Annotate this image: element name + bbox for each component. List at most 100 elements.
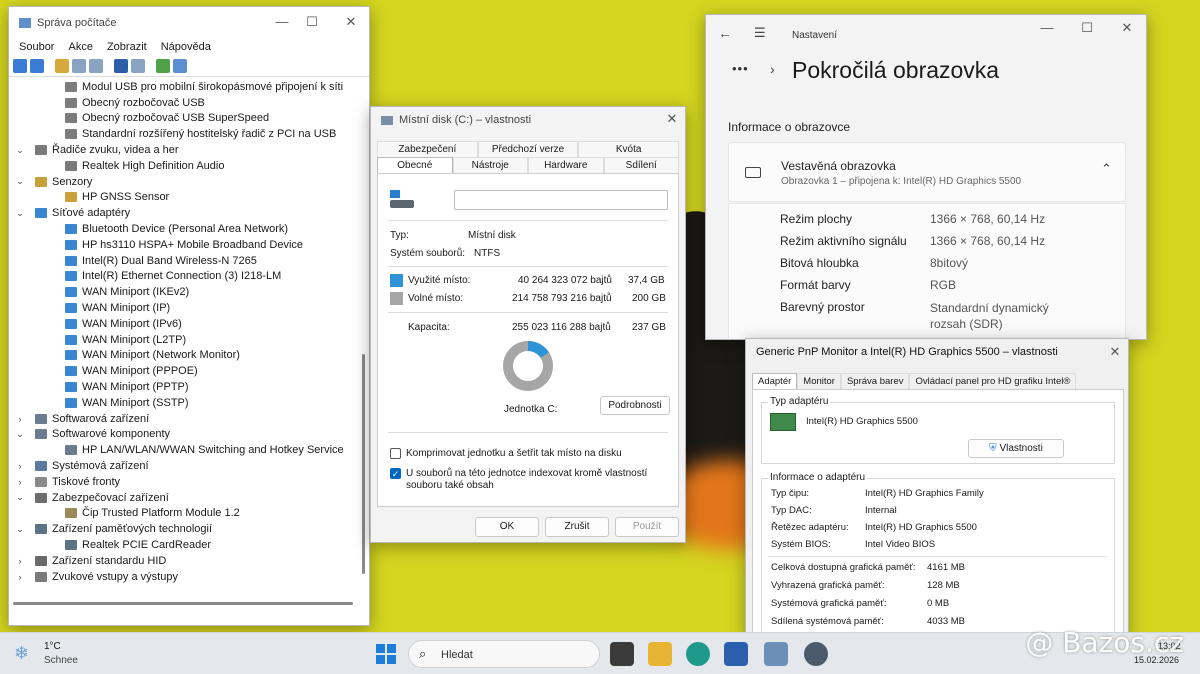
- menu-file[interactable]: Soubor: [19, 41, 54, 53]
- ok-button[interactable]: OK: [475, 517, 539, 537]
- file-explorer-icon[interactable]: [648, 642, 672, 666]
- close-icon[interactable]: ✕: [342, 13, 360, 31]
- tab-general[interactable]: Obecné: [377, 157, 453, 173]
- tree-item[interactable]: Modul USB pro mobilní širokopásmové přip…: [9, 79, 357, 95]
- details-icon[interactable]: [131, 58, 145, 73]
- tree-item[interactable]: Obecný rozbočovač USB: [9, 95, 357, 111]
- tree-item[interactable]: WAN Miniport (L2TP): [9, 332, 357, 348]
- scan-hardware-icon[interactable]: [173, 58, 187, 73]
- tree-item[interactable]: › Tiskové fronty: [9, 474, 357, 490]
- update-driver-icon[interactable]: [156, 58, 170, 73]
- close-icon[interactable]: ✕: [1118, 19, 1136, 37]
- tab-hardware[interactable]: Hardware: [528, 157, 604, 173]
- tree-item[interactable]: › Systémová zařízení: [9, 458, 357, 474]
- menu-help[interactable]: Nápověda: [161, 41, 211, 53]
- tree-item[interactable]: WAN Miniport (IKEv2): [9, 284, 357, 300]
- chevron-down-icon[interactable]: ⌄: [15, 145, 25, 156]
- tree-item[interactable]: Čip Trusted Platform Module 1.2: [9, 506, 357, 522]
- edge-icon[interactable]: [686, 642, 710, 666]
- tree-item[interactable]: HP GNSS Sensor: [9, 190, 357, 206]
- horizontal-scrollbar[interactable]: [13, 602, 353, 605]
- maximize-icon[interactable]: ☐: [1078, 19, 1096, 37]
- chevron-right-icon[interactable]: ›: [15, 414, 25, 424]
- help-icon[interactable]: [114, 58, 128, 73]
- menu-view[interactable]: Zobrazit: [107, 41, 147, 53]
- properties-icon[interactable]: [89, 58, 103, 73]
- cancel-button[interactable]: Zrušit: [545, 517, 609, 537]
- tab-previous-versions[interactable]: Předchozí verze: [477, 141, 579, 157]
- list-view-icon[interactable]: [72, 58, 86, 73]
- store-icon[interactable]: [724, 642, 748, 666]
- adapter-properties-button[interactable]: ⛨ Vlastnosti: [968, 439, 1064, 458]
- drive-name-input[interactable]: [454, 190, 668, 210]
- tab-security[interactable]: Zabezpečení: [377, 141, 478, 157]
- maximize-icon[interactable]: ☐: [303, 13, 321, 31]
- tab-adapter[interactable]: Adaptér: [752, 373, 798, 389]
- weather-condition[interactable]: Schnee: [44, 655, 78, 666]
- folder-up-icon[interactable]: [55, 58, 69, 73]
- tree-item[interactable]: Realtek PCIE CardReader: [9, 537, 357, 553]
- minimize-icon[interactable]: —: [273, 13, 291, 31]
- tree-item[interactable]: WAN Miniport (SSTP): [9, 395, 357, 411]
- chevron-right-icon[interactable]: ›: [15, 556, 25, 566]
- compress-checkbox[interactable]: [390, 448, 401, 459]
- chevron-up-icon[interactable]: ⌃: [1101, 161, 1112, 177]
- snow-weather-icon[interactable]: ❄: [14, 643, 29, 664]
- tree-item[interactable]: HP LAN/WLAN/WWAN Switching and Hotkey Se…: [9, 442, 357, 458]
- chevron-right-icon[interactable]: ›: [15, 461, 25, 471]
- tree-item[interactable]: Bluetooth Device (Personal Area Network): [9, 221, 357, 237]
- tree-item[interactable]: WAN Miniport (PPPOE): [9, 363, 357, 379]
- task-view-icon[interactable]: [610, 642, 634, 666]
- tab-color-management[interactable]: Správa barev: [840, 373, 910, 389]
- index-checkbox[interactable]: ✓: [390, 468, 401, 479]
- device-manager-taskbar-icon[interactable]: [764, 642, 788, 666]
- chevron-down-icon[interactable]: ⌄: [15, 208, 25, 219]
- breadcrumb-overflow[interactable]: •••: [732, 61, 749, 76]
- tab-intel-control-panel[interactable]: Ovládací panel pro HD grafiku Intel®: [909, 373, 1077, 389]
- tree-item[interactable]: ⌄ Senzory: [9, 174, 357, 190]
- chevron-right-icon[interactable]: ›: [15, 572, 25, 582]
- tree-item[interactable]: WAN Miniport (PPTP): [9, 379, 357, 395]
- close-icon[interactable]: ✕: [663, 110, 681, 128]
- chevron-down-icon[interactable]: ⌄: [15, 492, 25, 503]
- weather-temp[interactable]: 1°C: [44, 641, 61, 652]
- close-icon[interactable]: ✕: [1106, 343, 1124, 361]
- forward-arrow-icon[interactable]: [30, 58, 44, 73]
- display-card[interactable]: Vestavěná obrazovka Obrazovka 1 – připoj…: [728, 142, 1126, 202]
- tab-tools[interactable]: Nástroje: [452, 157, 528, 173]
- back-arrow-icon[interactable]: ←: [718, 25, 732, 41]
- taskbar-search[interactable]: ⌕ Hledat: [408, 640, 600, 668]
- tree-item[interactable]: ⌄ Softwarové komponenty: [9, 427, 357, 443]
- tree-item[interactable]: ⌄ Řadiče zvuku, videa a her: [9, 142, 357, 158]
- tab-quota[interactable]: Kvóta: [578, 141, 680, 157]
- chevron-down-icon[interactable]: ⌄: [15, 429, 25, 440]
- tree-item[interactable]: Standardní rozšířený hostitelský řadič z…: [9, 126, 357, 142]
- hamburger-menu-icon[interactable]: ☰: [754, 25, 766, 41]
- tree-item[interactable]: HP hs3110 HSPA+ Mobile Broadband Device: [9, 237, 357, 253]
- tree-item[interactable]: WAN Miniport (IPv6): [9, 316, 357, 332]
- tree-item[interactable]: Obecný rozbočovač USB SuperSpeed: [9, 111, 357, 127]
- tree-item[interactable]: ⌄ Zabezpečovací zařízení: [9, 490, 357, 506]
- tree-item[interactable]: Intel(R) Dual Band Wireless-N 7265: [9, 253, 357, 269]
- tree-item[interactable]: ⌄ Zařízení paměťových technologií: [9, 521, 357, 537]
- chevron-down-icon[interactable]: ⌄: [15, 176, 25, 187]
- tree-item[interactable]: WAN Miniport (Network Monitor): [9, 348, 357, 364]
- vertical-scrollbar[interactable]: [361, 79, 367, 599]
- start-button[interactable]: [376, 644, 396, 664]
- chevron-down-icon[interactable]: ⌄: [15, 524, 25, 535]
- tree-item[interactable]: › Softwarová zařízení: [9, 411, 357, 427]
- tree-item[interactable]: › Zařízení standardu HID: [9, 553, 357, 569]
- details-button[interactable]: Podrobnosti: [600, 396, 670, 415]
- tree-item[interactable]: Intel(R) Ethernet Connection (3) I218-LM: [9, 269, 357, 285]
- menu-action[interactable]: Akce: [68, 41, 92, 53]
- tab-monitor[interactable]: Monitor: [797, 373, 841, 389]
- apply-button[interactable]: Použít: [615, 517, 679, 537]
- chevron-right-icon[interactable]: ›: [15, 477, 25, 487]
- scrollbar-thumb[interactable]: [362, 354, 365, 574]
- minimize-icon[interactable]: —: [1038, 19, 1056, 37]
- settings-gear-icon[interactable]: [804, 642, 828, 666]
- tree-item[interactable]: Realtek High Definition Audio: [9, 158, 357, 174]
- back-arrow-icon[interactable]: [13, 58, 27, 73]
- tree-item[interactable]: WAN Miniport (IP): [9, 300, 357, 316]
- tree-item[interactable]: › Zvukové vstupy a výstupy: [9, 569, 357, 585]
